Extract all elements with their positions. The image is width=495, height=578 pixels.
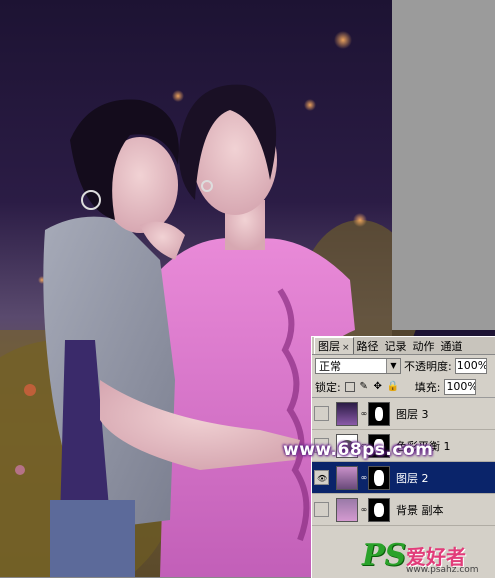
layer-name: 图层 2 — [396, 471, 429, 485]
tab-paths[interactable]: 路径 — [354, 338, 382, 354]
tab-actions-label: 动作 — [412, 340, 435, 353]
layer-list: ∞ 图层 3 ∞ 色彩平衡 1 👁 ∞ 图层 2 ∞ 背景 副本 — [312, 398, 495, 526]
close-icon[interactable]: × — [342, 343, 350, 353]
eye-icon: 👁 — [317, 474, 328, 483]
lock-transparency-icon[interactable] — [344, 382, 355, 392]
panel-tabs: 图层 × 路径 记录 动作 通道 — [312, 337, 495, 355]
fill-label: 填充: — [414, 381, 441, 394]
layer-row-background-copy[interactable]: ∞ 背景 副本 — [312, 494, 495, 526]
visibility-toggle[interactable]: 👁 — [314, 470, 329, 485]
layer-mask-thumbnail[interactable] — [368, 465, 390, 490]
visibility-toggle[interactable] — [314, 502, 329, 517]
layer-mask-thumbnail[interactable] — [368, 401, 390, 426]
chevron-down-icon[interactable]: ▼ — [386, 359, 400, 373]
opacity-label: 不透明度: — [404, 360, 452, 373]
link-icon: ∞ — [360, 473, 368, 482]
brand-watermark: PS 爱好者 www.psahz.com — [362, 538, 494, 576]
site-watermark: www.68ps.com — [283, 440, 434, 460]
lock-row: 锁定: ✎ ✥ 🔒 填充: 100% — [312, 377, 495, 398]
blend-row: 正常 ▼ 不透明度: 100% — [312, 355, 495, 377]
layer-name: 背景 副本 — [396, 503, 444, 517]
tab-paths-label: 路径 — [356, 340, 379, 353]
tab-layers-label: 图层 — [318, 340, 340, 353]
opacity-input[interactable]: 100% — [454, 358, 487, 374]
lock-brush-icon[interactable]: ✎ — [359, 382, 369, 392]
lock-all-icon[interactable]: 🔒 — [387, 382, 399, 392]
link-icon: ∞ — [360, 409, 368, 418]
tab-history[interactable]: 记录 — [382, 338, 410, 354]
tab-layers[interactable]: 图层 × — [314, 337, 354, 354]
visibility-toggle[interactable] — [314, 406, 329, 421]
tab-channels[interactable]: 通道 — [438, 338, 466, 354]
lock-move-icon[interactable]: ✥ — [373, 382, 383, 392]
canvas-background — [392, 0, 495, 330]
layer-thumbnail — [336, 497, 358, 522]
blend-mode-select[interactable]: 正常 ▼ — [315, 358, 401, 374]
layer-row-layer-2[interactable]: 👁 ∞ 图层 2 — [312, 462, 495, 494]
tab-channels-label: 通道 — [440, 340, 463, 353]
layer-thumbnail — [336, 401, 358, 426]
layer-name: 图层 3 — [396, 407, 429, 421]
layer-thumbnail — [336, 465, 358, 490]
tab-history-label: 记录 — [384, 340, 407, 353]
layer-mask-thumbnail[interactable] — [368, 497, 390, 522]
fill-input[interactable]: 100% — [444, 379, 477, 395]
link-icon: ∞ — [360, 505, 368, 514]
lock-label: 锁定: — [315, 381, 341, 394]
tab-actions[interactable]: 动作 — [410, 338, 438, 354]
brand-ps-logo: PS — [362, 538, 407, 573]
blend-mode-value: 正常 — [319, 360, 341, 373]
brand-url: www.psahz.com — [406, 565, 479, 575]
layer-row-layer-3[interactable]: ∞ 图层 3 — [312, 398, 495, 430]
